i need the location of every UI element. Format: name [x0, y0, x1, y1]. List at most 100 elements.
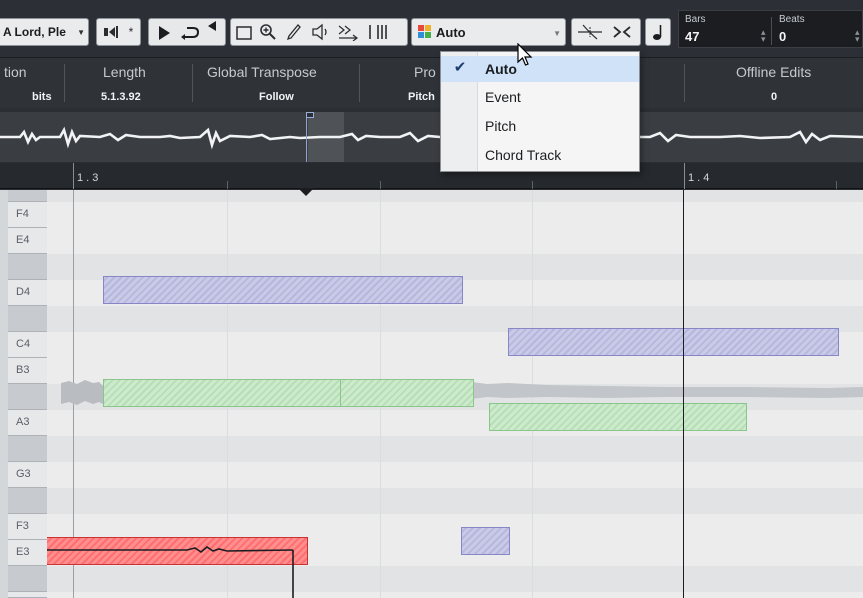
tool-buttons-group — [230, 18, 408, 46]
info-label: Length — [103, 64, 146, 80]
info-column-position[interactable]: tion bits — [0, 58, 68, 108]
beats-value[interactable]: 0 — [779, 29, 786, 44]
position-divider — [771, 17, 772, 45]
menu-item-auto[interactable]: ✔ Auto — [441, 56, 639, 82]
play-icon[interactable] — [155, 24, 173, 42]
overview-position-line — [306, 118, 307, 162]
info-label: Offline Edits — [736, 64, 812, 80]
ruler-minor-tick — [380, 181, 381, 189]
info-value: Pitch — [408, 91, 435, 103]
pitch-tools-group — [571, 18, 641, 46]
ruler[interactable]: 1 . 3 1 . 4 — [0, 163, 863, 189]
menu-item-label: Event — [485, 89, 521, 105]
draw-icon[interactable] — [285, 23, 303, 41]
info-value: Follow — [259, 91, 294, 103]
info-divider — [64, 64, 65, 102]
piano-key[interactable] — [8, 384, 47, 410]
piano-keyboard[interactable]: F4 E4 D4 C4 B3 A3 G3 F3 E3 — [0, 190, 47, 598]
position-display: Bars 47 ▴ ▾ Beats 0 ▴ ▾ — [678, 10, 863, 48]
ruler-minor-tick — [227, 181, 228, 189]
playback-group — [148, 18, 226, 46]
trim-icon[interactable] — [577, 23, 603, 41]
playhead-marker[interactable] — [298, 188, 314, 196]
selection-mode-value: Auto — [436, 25, 466, 40]
piano-key[interactable] — [8, 592, 47, 598]
checkmark-icon: ✔ — [453, 59, 467, 76]
note-icon — [651, 23, 667, 41]
key-label: G3 — [16, 468, 31, 480]
info-line: tion bits Length 5.1.3.92 Global Transpo… — [0, 58, 863, 108]
piano-key[interactable] — [8, 190, 47, 202]
track-select-value: A Lord, Ple — [3, 25, 66, 39]
loop-icon[interactable] — [179, 24, 201, 42]
grid-row — [47, 488, 863, 514]
beats-spinner-icon[interactable]: ▴ ▾ — [855, 28, 860, 44]
piano-key[interactable] — [8, 306, 47, 332]
piano-key[interactable] — [8, 488, 47, 514]
ruler-marker: 1 . 3 — [77, 172, 99, 184]
ruler-marker: 1 . 4 — [688, 172, 710, 184]
grid-row — [47, 436, 863, 462]
key-label: E4 — [16, 234, 30, 246]
note-segment-f3[interactable] — [461, 527, 510, 555]
straighten-icon[interactable] — [610, 23, 634, 41]
info-value: 5.1.3.92 — [101, 91, 141, 103]
note-segment-a3-1[interactable] — [103, 379, 341, 407]
info-column-global-transpose[interactable]: Global Transpose Follow — [193, 58, 359, 108]
ruler-tick — [684, 163, 685, 189]
playhead-line — [683, 190, 684, 598]
note-segment-a3-2[interactable] — [340, 379, 474, 407]
piano-key[interactable] — [8, 436, 47, 462]
note-length-button[interactable] — [645, 18, 671, 46]
ruler-tick — [73, 163, 74, 189]
note-segment-a3-3[interactable] — [489, 403, 747, 431]
toolbar: A Lord, Ple ▼ * Auto ▼ Bars 47 ▴ ▾ Beats… — [0, 0, 863, 58]
key-label: E3 — [16, 546, 30, 558]
info-value: bits — [32, 91, 52, 103]
note-segment-c4[interactable] — [508, 328, 839, 356]
key-label: B3 — [16, 364, 30, 376]
object-select-icon[interactable] — [235, 25, 253, 41]
zoom-icon[interactable] — [259, 23, 277, 41]
piano-key[interactable] — [8, 566, 47, 592]
info-column-pro[interactable]: Pro Pitch — [360, 58, 440, 108]
bars-label: Bars — [685, 14, 706, 25]
snap-mode-star-icon[interactable]: * — [126, 25, 136, 39]
info-label: Global Transpose — [207, 64, 317, 80]
bars-value[interactable]: 47 — [685, 29, 699, 44]
menu-item-label: Pitch — [485, 118, 517, 134]
overview-marker[interactable] — [306, 112, 314, 118]
menu-item-pitch[interactable]: Pitch — [441, 113, 639, 139]
dropdown-arrow-icon: ▼ — [77, 28, 85, 37]
loop-marker-icon[interactable] — [207, 21, 217, 31]
beats-label: Beats — [779, 14, 805, 25]
quantize-icon[interactable] — [337, 23, 359, 41]
overview-waveform[interactable] — [0, 112, 863, 162]
key-label: F3 — [16, 520, 29, 532]
mouse-cursor-icon — [517, 42, 533, 72]
speaker-icon[interactable] — [311, 23, 331, 41]
info-column-offline-edits[interactable]: Offline Edits 0 — [685, 58, 863, 108]
piano-key[interactable] — [8, 254, 47, 280]
key-label: A3 — [16, 416, 30, 428]
note-segment-d4[interactable] — [103, 276, 463, 304]
ruler-minor-tick — [836, 181, 837, 189]
snap-icon[interactable] — [103, 24, 121, 40]
info-label: tion — [4, 64, 27, 80]
key-label: D4 — [16, 286, 31, 298]
track-select-dropdown[interactable]: A Lord, Ple ▼ — [0, 18, 89, 46]
overview-waveform-graphic — [0, 126, 863, 150]
key-label: F4 — [16, 208, 29, 220]
menu-item-event[interactable]: Event — [441, 84, 639, 110]
info-value: 0 — [771, 91, 778, 103]
bars-spinner-icon[interactable]: ▴ ▾ — [761, 28, 766, 44]
menu-item-label: Chord Track — [485, 147, 562, 163]
key-label: C4 — [16, 338, 31, 350]
pitch-curve — [47, 546, 294, 598]
snap-toggle-group: * — [96, 18, 141, 46]
info-column-length[interactable]: Length 5.1.3.92 — [68, 58, 192, 108]
menu-item-chord-track[interactable]: Chord Track — [441, 142, 639, 168]
segment-icon[interactable] — [367, 24, 389, 40]
selection-mode-dropdown[interactable]: Auto ▼ — [411, 18, 566, 46]
pitch-editor-grid[interactable] — [47, 190, 863, 598]
